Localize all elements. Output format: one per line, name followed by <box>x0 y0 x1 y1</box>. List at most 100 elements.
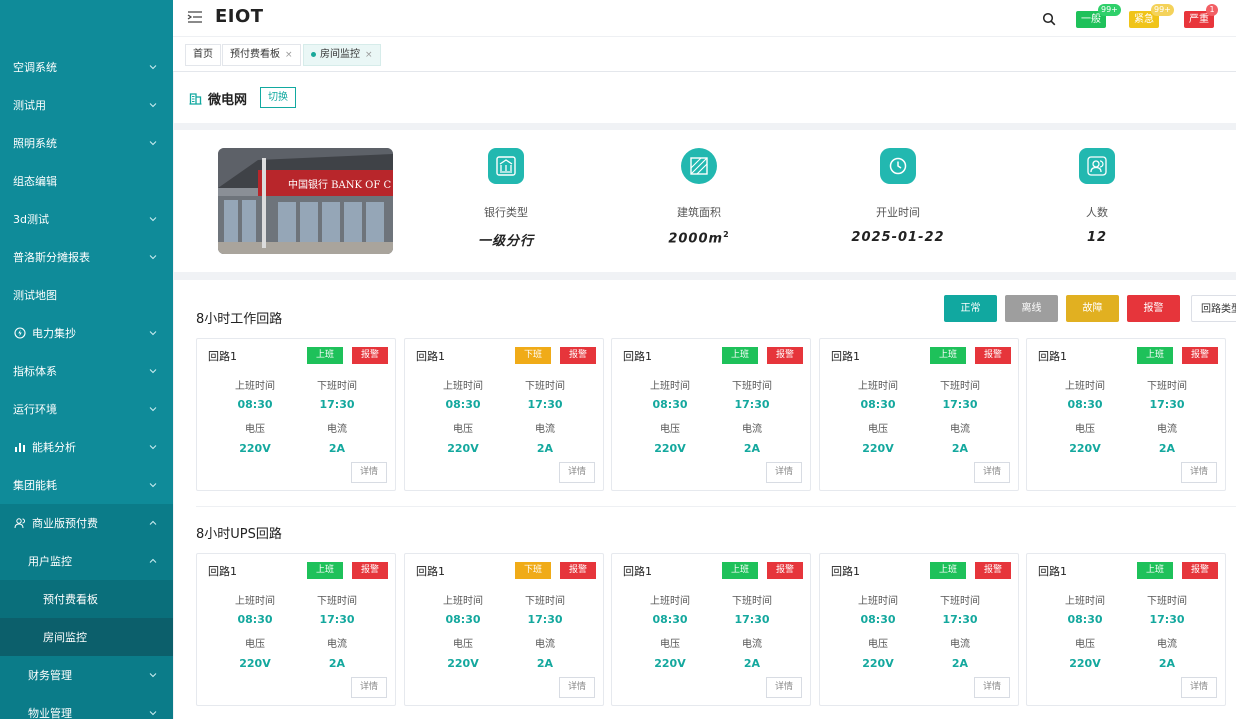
tab-room-monitor[interactable]: 房间监控 × <box>303 44 381 66</box>
alert-normal-button[interactable]: 一般 99+ <box>1076 4 1121 28</box>
sidebar-item-finance[interactable]: 财务管理 <box>0 656 173 694</box>
stat-label: 银行类型 <box>484 206 528 219</box>
detail-button[interactable]: 详情 <box>1181 462 1217 483</box>
switch-site-button[interactable]: 切换 <box>260 87 296 108</box>
circuit-type-select[interactable]: 回路类型 <box>1191 295 1236 322</box>
off-time-value: 17:30 <box>942 613 978 626</box>
current-value: 2A <box>951 442 969 455</box>
sidebar-item-lighting[interactable]: 照明系统 <box>0 124 173 162</box>
sidebar-item-property[interactable]: 物业管理 <box>0 694 173 719</box>
stat-opening-date: 开业时间 2025-01-22 <box>828 130 968 245</box>
alarm-badge: 报警 <box>1182 347 1218 364</box>
circuits-panel: 正常 离线 故障 报警 回路类型 8小时工作回路 8小时UPS回路 回路1上班报… <box>174 280 1236 719</box>
filter-normal-button[interactable]: 正常 <box>944 295 997 322</box>
sidebar-item-test-map[interactable]: 测试地图 <box>0 276 173 314</box>
voltage-label: 电压 <box>868 424 888 435</box>
time-labels-row: 上班时间 下班时间 <box>1027 592 1227 607</box>
current-value: 2A <box>951 657 969 670</box>
electric-labels-row: 电压 电流 <box>612 635 812 650</box>
on-time-label: 上班时间 <box>443 381 483 392</box>
alert-label: 一般 <box>1081 14 1101 25</box>
sidebar-item-energy-analysis[interactable]: 能耗分析 <box>0 428 173 466</box>
time-labels-row: 上班时间 下班时间 <box>197 592 397 607</box>
alert-label: 紧急 <box>1134 14 1154 25</box>
chevron-down-icon <box>149 141 157 146</box>
sidebar-item-3d-test[interactable]: 3d测试 <box>0 200 173 238</box>
sidebar-item-commercial-prepaid[interactable]: 商业版预付费 <box>0 504 173 542</box>
sidebar-item-label: 指标体系 <box>13 365 57 378</box>
sidebar-item-power-collect[interactable]: 电力集抄 <box>0 314 173 352</box>
search-icon[interactable] <box>1042 12 1056 26</box>
current-label: 电流 <box>1157 639 1177 650</box>
voltage-value: 220V <box>862 442 894 455</box>
sidebar-item-runtime-env[interactable]: 运行环境 <box>0 390 173 428</box>
off-time-label: 下班时间 <box>525 596 565 607</box>
off-time-value: 17:30 <box>527 613 563 626</box>
circuit-name: 回路1 <box>208 565 237 578</box>
current-value: 2A <box>743 657 761 670</box>
sidebar-item-prepaid-dashboard[interactable]: 预付费看板 <box>0 580 173 618</box>
sidebar-item-user-monitor[interactable]: 用户监控 <box>0 542 173 580</box>
sidebar-item-glp-report[interactable]: 普洛斯分摊报表 <box>0 238 173 276</box>
voltage-value: 220V <box>1069 442 1101 455</box>
detail-button[interactable]: 详情 <box>974 462 1010 483</box>
voltage-label: 电压 <box>245 424 265 435</box>
electric-labels-row: 电压 电流 <box>820 420 1020 435</box>
electric-values-row: 220V 2A <box>1027 442 1227 456</box>
menu-fold-icon[interactable] <box>187 9 203 25</box>
detail-button[interactable]: 详情 <box>559 462 595 483</box>
detail-button[interactable]: 详情 <box>559 677 595 698</box>
time-labels-row: 上班时间 下班时间 <box>405 377 605 392</box>
sidebar-item-room-monitor[interactable]: 房间监控 <box>0 618 173 656</box>
alarm-badge: 报警 <box>352 347 388 364</box>
detail-button[interactable]: 详情 <box>351 677 387 698</box>
bar-chart-icon <box>13 440 27 454</box>
detail-button[interactable]: 详情 <box>351 462 387 483</box>
chevron-down-icon <box>149 445 157 450</box>
status-badge: 下班 <box>515 347 551 364</box>
close-icon[interactable]: × <box>365 50 373 60</box>
sidebar-item-config-editor[interactable]: 组态编辑 <box>0 162 173 200</box>
off-time-value: 17:30 <box>1149 613 1185 626</box>
sidebar-item-label: 商业版预付费 <box>32 517 98 530</box>
electric-labels-row: 电压 电流 <box>405 420 605 435</box>
alarm-badge: 报警 <box>767 562 803 579</box>
time-values-row: 08:30 17:30 <box>612 398 812 412</box>
sidebar-item-group-energy[interactable]: 集团能耗 <box>0 466 173 504</box>
chevron-up-icon <box>149 520 157 525</box>
detail-button[interactable]: 详情 <box>766 462 802 483</box>
active-dot-icon <box>311 51 316 57</box>
filter-fault-button[interactable]: 故障 <box>1066 295 1119 322</box>
time-values-row: 08:30 17:30 <box>820 398 1020 412</box>
sidebar-item-label: 集团能耗 <box>13 479 57 492</box>
section-title: 8小时工作回路 <box>196 312 283 327</box>
voltage-value: 220V <box>862 657 894 670</box>
on-time-label: 上班时间 <box>858 596 898 607</box>
electric-values-row: 220V 2A <box>612 657 812 671</box>
stat-label: 建筑面积 <box>677 206 721 219</box>
electric-labels-row: 电压 电流 <box>405 635 605 650</box>
voltage-label: 电压 <box>868 639 888 650</box>
detail-button[interactable]: 详情 <box>974 677 1010 698</box>
alert-severe-button[interactable]: 严重 1 <box>1184 4 1218 28</box>
time-labels-row: 上班时间 下班时间 <box>612 592 812 607</box>
sidebar-item-hvac[interactable]: 空调系统 <box>0 48 173 86</box>
filter-alarm-button[interactable]: 报警 <box>1127 295 1180 322</box>
sidebar-item-test[interactable]: 测试用 <box>0 86 173 124</box>
close-icon[interactable]: × <box>285 50 293 60</box>
detail-button[interactable]: 详情 <box>1181 677 1217 698</box>
current-label: 电流 <box>742 424 762 435</box>
time-values-row: 08:30 17:30 <box>1027 398 1227 412</box>
tab-home[interactable]: 首页 <box>185 44 221 66</box>
on-time-value: 08:30 <box>445 613 481 626</box>
alert-urgent-button[interactable]: 紧急 99+ <box>1129 4 1174 28</box>
electric-values-row: 220V 2A <box>405 442 605 456</box>
stat-value: 2025-01-22 <box>851 230 945 245</box>
voltage-value: 220V <box>239 442 271 455</box>
detail-button[interactable]: 详情 <box>766 677 802 698</box>
time-values-row: 08:30 17:30 <box>1027 613 1227 627</box>
sidebar-item-indicators[interactable]: 指标体系 <box>0 352 173 390</box>
tab-prepaid-dashboard[interactable]: 预付费看板 × <box>222 44 301 66</box>
voltage-label: 电压 <box>660 424 680 435</box>
filter-offline-button[interactable]: 离线 <box>1005 295 1058 322</box>
